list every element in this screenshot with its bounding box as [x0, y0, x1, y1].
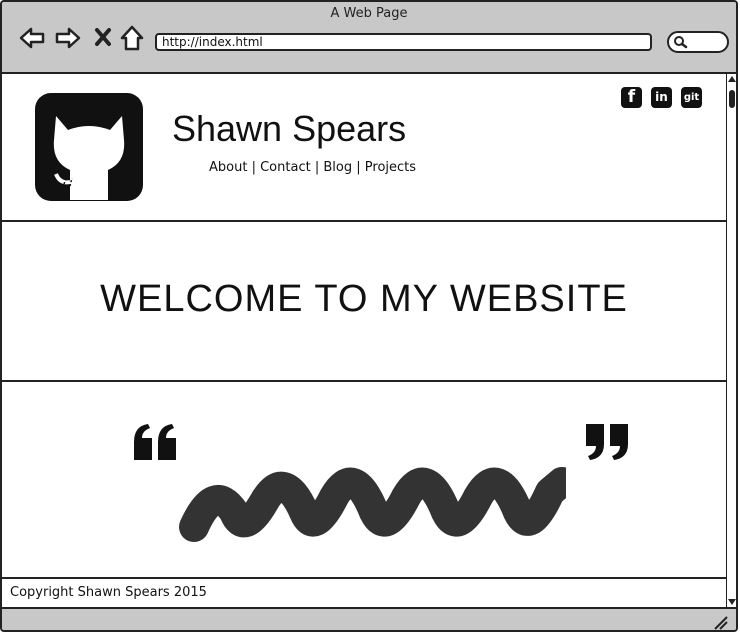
status-bar — [2, 607, 736, 630]
address-bar[interactable]: http://index.html — [155, 33, 652, 51]
nav-separator: | — [356, 160, 361, 175]
copyright-text: Copyright Shawn Spears 2015 — [10, 585, 207, 600]
hero-section: WELCOME TO MY WEBSITE — [2, 222, 726, 382]
page-content: Shawn Spears About | Contact | Blog | Pr… — [2, 72, 726, 609]
forward-arrow-icon[interactable] — [54, 24, 82, 52]
scroll-up-arrow-icon[interactable] — [728, 76, 736, 82]
close-icon[interactable] — [91, 24, 119, 52]
nav-blog-link[interactable]: Blog — [323, 160, 352, 175]
scroll-thumb[interactable] — [729, 90, 735, 108]
site-header: Shawn Spears About | Contact | Blog | Pr… — [2, 74, 726, 222]
browser-window: A Web Page http://index.html Shawn Spear… — [0, 0, 738, 632]
scroll-down-arrow-icon[interactable] — [728, 599, 736, 605]
home-icon[interactable] — [119, 24, 147, 52]
resize-grip-icon[interactable] — [712, 614, 728, 630]
site-nav: About | Contact | Blog | Projects — [209, 160, 416, 175]
linkedin-icon[interactable]: in — [651, 87, 672, 108]
search-icon — [674, 36, 688, 49]
nav-about-link[interactable]: About — [209, 160, 247, 175]
back-arrow-icon[interactable] — [18, 24, 46, 52]
nav-separator: | — [314, 160, 320, 175]
site-footer: Copyright Shawn Spears 2015 — [2, 577, 726, 609]
nav-contact-link[interactable]: Contact — [260, 160, 311, 175]
github-logo-icon[interactable] — [34, 92, 144, 202]
facebook-icon[interactable]: f — [621, 87, 642, 108]
nav-separator: | — [251, 160, 256, 175]
quote-section — [2, 382, 726, 577]
vertical-scrollbar[interactable] — [726, 72, 736, 607]
welcome-heading: WELCOME TO MY WEBSITE — [100, 278, 628, 320]
github-icon[interactable]: git — [681, 87, 702, 108]
window-title: A Web Page — [330, 6, 408, 21]
browser-toolbar: A Web Page http://index.html — [2, 2, 736, 72]
site-title: Shawn Spears — [172, 108, 407, 149]
nav-projects-link[interactable]: Projects — [365, 160, 416, 175]
close-quote-icon — [586, 424, 628, 460]
quote-text-scribble — [179, 442, 574, 552]
search-field[interactable] — [667, 31, 729, 53]
open-quote-icon — [134, 424, 176, 460]
